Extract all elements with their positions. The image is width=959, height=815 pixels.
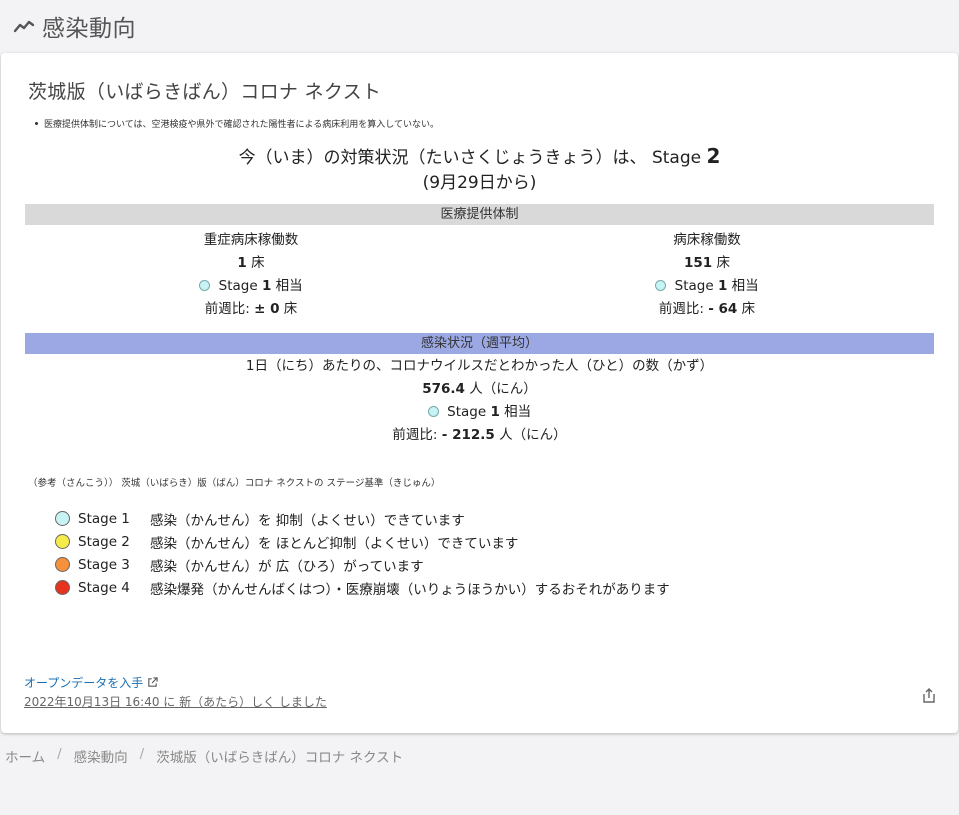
stage-dot-icon [199,280,211,291]
bed-wow: 前週比: - 64 床 [497,298,917,321]
bed-unit: 床 [716,255,730,271]
stage-num: 1 [717,278,728,294]
infection-value-row: 576.4 人（にん） [1,378,958,401]
breadcrumb: ホーム / 感染動向 / 茨城版（いばらきばん）コロナ ネクスト [5,746,403,766]
infection-value: 576.4 [422,381,465,397]
breadcrumb-separator: / [57,746,62,762]
infection-band: 感染状況（週平均） [25,333,934,354]
infection-panel: 1日（にち）あたりの、コロナウイルスだとわかった人（ひと）の数（かず） 576.… [1,355,958,447]
stage2-dot-icon [55,534,70,549]
breadcrumb-current: 茨城版（いばらきばん）コロナ ネクスト [156,750,404,766]
stage3-dot-icon [55,557,70,572]
bed-label: 病床稼働数 [673,232,741,248]
stage-prefix: Stage [447,404,487,420]
updated-timestamp[interactable]: 2022年10月13日 16:40 に 新（あたら）しく しました [24,693,327,710]
page-title: 感染動向 [42,16,136,42]
breadcrumb-separator: / [139,746,145,762]
stage-prefix: Stage [674,278,714,294]
infection-unit: 人（にん） [469,381,537,397]
stage4-dot-icon [55,580,70,595]
legend-text: 感染（かんせん）が 広（ひろ）がっています [150,558,424,575]
severe-bed-label: 重症病床稼働数 [203,232,299,248]
open-data-label[interactable]: オープンデータを入手 [24,674,143,691]
wow-unit: 人（にん） [499,427,567,443]
wow-value: - 212.5 [441,427,495,443]
legend-stage: Stage 1 [78,510,130,527]
severe-bed-panel: 重症病床稼働数 1 床 Stage 1 相当 前週比: ± 0 床 [41,229,461,321]
stage-prefix: Stage [218,278,258,294]
stage-dot-icon [427,406,439,417]
wow-label: 前週比: [658,301,704,317]
stage-suffix: 相当 [731,278,759,294]
status-since: (9月29日から) [422,173,537,193]
severe-bed-wow: 前週比: ± 0 床 [41,298,461,321]
open-data-link[interactable]: オープンデータを入手 [24,674,158,691]
stage-num: 1 [490,404,500,420]
wow-value: ± 0 [254,301,280,317]
current-status: 今（いま）の対策状況（たいさくじょうきょう）は、 Stage 2 [1,143,958,168]
status-stage: 2 [706,144,721,168]
trend-icon [13,20,35,33]
bullet-icon [35,122,38,125]
bed-value-row: 151 床 [497,252,917,275]
breadcrumb-trend[interactable]: 感染動向 [74,746,128,766]
wow-value: - 64 [708,301,738,317]
medical-band: 医療提供体制 [25,204,934,225]
wow-label: 前週比: [392,427,438,443]
legend-item: Stage 1 感染（かんせん）を 抑制（よくせい）できています [55,507,670,530]
corona-next-card: 茨城版（いばらきばん）コロナ ネクスト 医療提供体制については、空港検疫や県外で… [1,53,958,733]
legend-item: Stage 4 感染爆発（かんせんばくはつ）・医療崩壊（いりょうほうかい）するお… [55,576,670,599]
severe-bed-value-row: 1 床 [41,252,461,275]
share-icon[interactable] [920,687,938,705]
bed-value: 151 [684,255,713,271]
legend-item: Stage 3 感染（かんせん）が 広（ひろ）がっています [55,553,670,576]
card-title: 茨城版（いばらきばん）コロナ ネクスト [28,81,382,103]
legend-item: Stage 2 感染（かんせん）を ほとんど抑制（よくせい）できています [55,530,670,553]
stage1-dot-icon [55,511,70,526]
note-text: 医療提供体制については、空港検疫や県外で確認された陽性者による病床利用を算入して… [44,120,440,130]
wow-unit: 床 [741,301,756,317]
external-link-icon [148,677,158,687]
wow-label: 前週比: [204,301,250,317]
bed-stage: Stage 1 相当 [497,275,917,298]
note-item: 医療提供体制については、空港検疫や県外で確認された陽性者による病床利用を算入して… [35,117,439,130]
infection-stage: Stage 1 相当 [1,401,958,424]
status-prefix: 今（いま）の対策状況（たいさくじょうきょう）は、 Stage [238,148,702,168]
legend-text: 感染爆発（かんせんばくはつ）・医療崩壊（いりょうほうかい）するおそれがあります [150,581,670,598]
severe-bed-unit: 床 [251,255,265,271]
legend-stage: Stage 3 [78,556,130,573]
bed-panel: 病床稼働数 151 床 Stage 1 相当 前週比: - 64 床 [497,229,917,321]
severe-bed-value: 1 [237,255,247,271]
stage-dot-icon [655,280,667,291]
breadcrumb-home[interactable]: ホーム [5,746,45,766]
stage-legend: Stage 1 感染（かんせん）を 抑制（よくせい）できています Stage 2… [55,507,670,599]
legend-stage: Stage 2 [78,533,130,550]
page-header: 感染動向 [12,10,136,42]
legend-text: 感染（かんせん）を ほとんど抑制（よくせい）できています [150,535,519,552]
severe-bed-stage: Stage 1 相当 [41,275,461,298]
infection-label: 1日（にち）あたりの、コロナウイルスだとわかった人（ひと）の数（かず） [245,358,714,374]
reference-note: （参考（さんこう）） 茨城（いばらき）版（ばん）コロナ ネクストの ステージ基準… [28,478,441,489]
stage-suffix: 相当 [275,278,303,294]
infection-wow: 前週比: - 212.5 人（にん） [1,424,958,447]
stage-suffix: 相当 [504,404,532,420]
stage-num: 1 [261,278,272,294]
wow-unit: 床 [283,301,298,317]
legend-text: 感染（かんせん）を 抑制（よくせい）できています [150,512,465,529]
legend-stage: Stage 4 [78,579,130,596]
